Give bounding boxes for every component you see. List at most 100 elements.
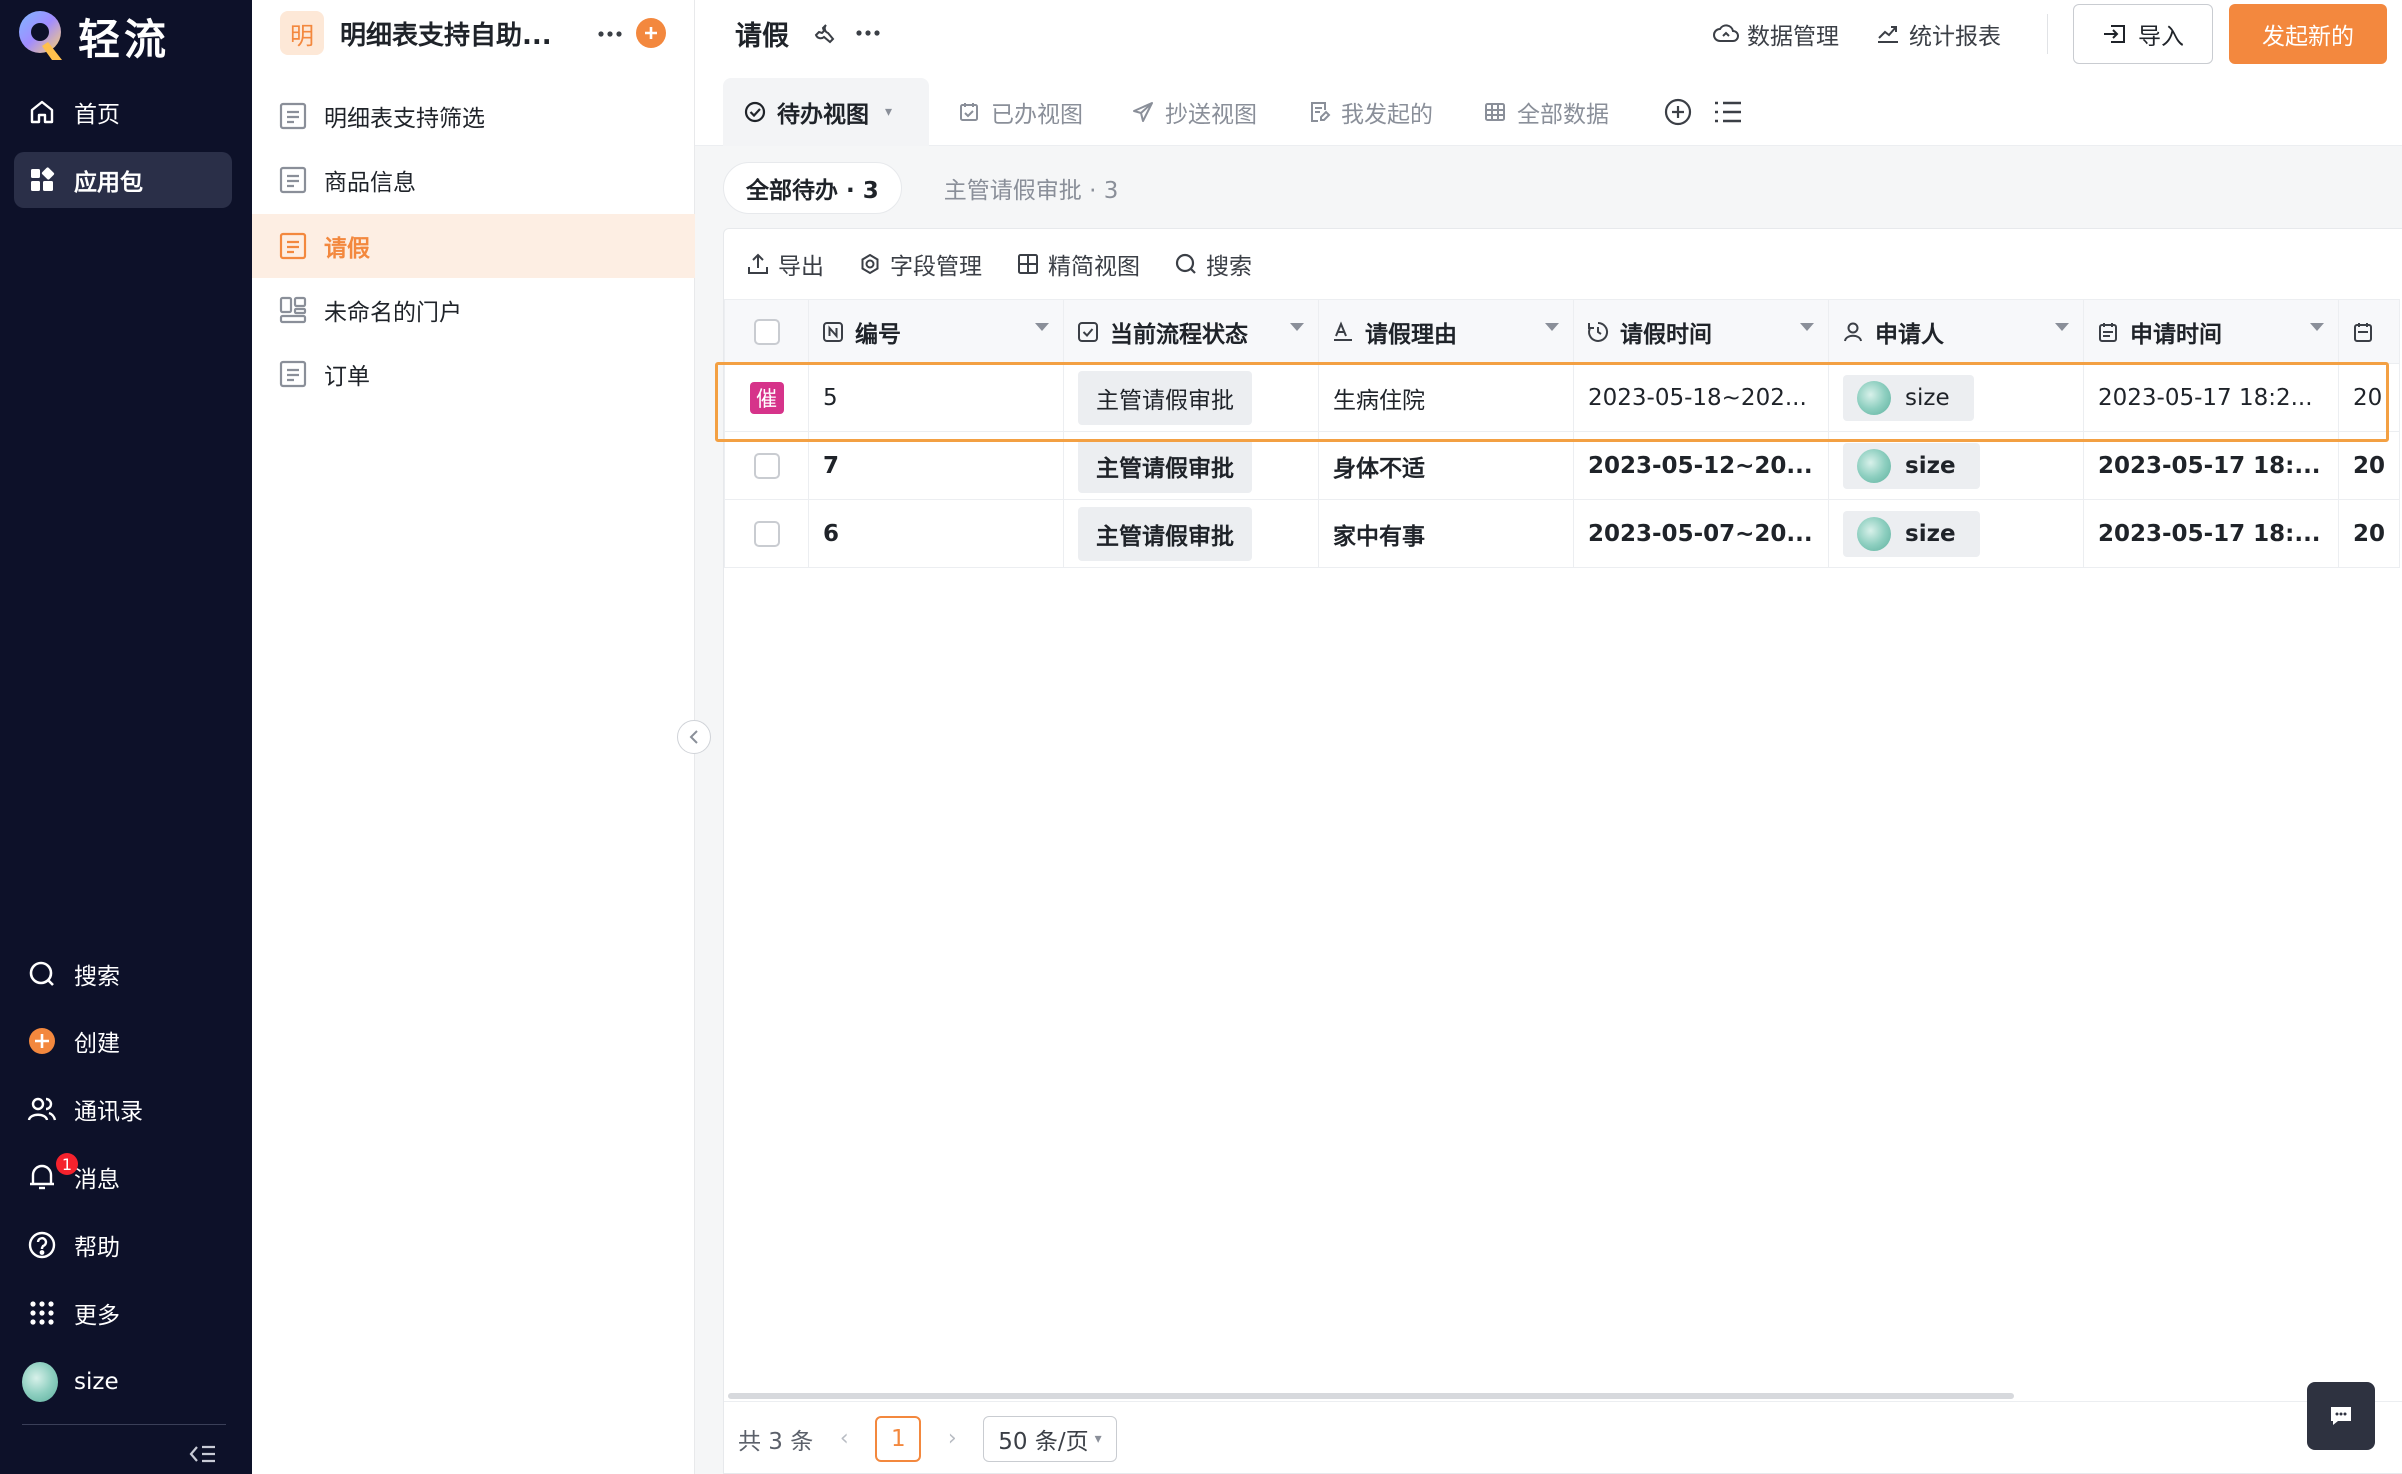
package-item[interactable]: 明细表支持筛选 bbox=[252, 84, 695, 148]
package-title[interactable]: 明细表支持自助... bbox=[340, 15, 600, 52]
tab-label: 抄送视图 bbox=[1165, 102, 1257, 128]
column-header[interactable]: 编号 bbox=[808, 299, 1064, 364]
tab-mine[interactable]: 我发起的 bbox=[1287, 78, 1453, 146]
page-number-button[interactable]: 1 bbox=[875, 1415, 922, 1462]
cell-apply-time[interactable]: 2023-05-17 18:... bbox=[2083, 431, 2339, 500]
cell-id[interactable]: 6 bbox=[808, 499, 1064, 568]
rail-item-create[interactable]: 创建 bbox=[14, 1013, 232, 1069]
column-header[interactable] bbox=[2337, 299, 2401, 364]
row-checkbox[interactable] bbox=[753, 520, 780, 547]
add-icon[interactable] bbox=[636, 18, 666, 48]
column-label: 编号 bbox=[855, 321, 901, 348]
package-item[interactable]: 订单 bbox=[252, 342, 695, 406]
table-row[interactable]: 7 主管请假审批 身体不适 2023-05-12~20... size 2023… bbox=[724, 431, 2401, 500]
column-header[interactable]: 请假时间 bbox=[1573, 299, 1829, 364]
filter-manager-approval[interactable]: 主管请假审批 · 3 bbox=[922, 162, 1141, 214]
rail-item-contacts[interactable]: 通讯录 bbox=[14, 1081, 232, 1137]
rail-item-apps[interactable]: 应用包 bbox=[14, 152, 232, 208]
chevron-down-icon[interactable] bbox=[1545, 322, 1559, 331]
package-item-label: 商品信息 bbox=[324, 170, 416, 196]
cell-reason[interactable]: 生病住院 bbox=[1318, 363, 1574, 432]
rail-item-profile[interactable]: size bbox=[14, 1354, 232, 1410]
search-button[interactable]: 搜索 bbox=[1174, 247, 1252, 281]
cell-leave-time[interactable]: 2023-05-12~20... bbox=[1573, 431, 1829, 500]
tab-done[interactable]: 已办视图 bbox=[937, 78, 1103, 146]
cell-id[interactable]: 5 bbox=[808, 363, 1064, 432]
cell-extra[interactable]: 20 bbox=[2337, 431, 2401, 500]
cell-status[interactable]: 主管请假审批 bbox=[1063, 431, 1319, 500]
chevron-down-icon[interactable]: ▾ bbox=[885, 104, 892, 120]
chevron-right-icon[interactable]: › bbox=[937, 1424, 967, 1454]
chevron-down-icon[interactable] bbox=[1035, 322, 1049, 331]
chevron-down-icon[interactable] bbox=[2055, 322, 2069, 331]
global-nav-rail: 轻流 首页 应用包 搜索 创建 通讯录 1 消息 帮助 更多 size bbox=[0, 0, 252, 1474]
grid-dots-icon bbox=[26, 1297, 58, 1329]
rail-item-messages[interactable]: 1 消息 bbox=[14, 1149, 232, 1205]
chevron-left-icon[interactable]: ‹ bbox=[829, 1424, 859, 1454]
cell-status[interactable]: 主管请假审批 bbox=[1063, 363, 1319, 432]
horizontal-scrollbar[interactable] bbox=[728, 1393, 2014, 1399]
package-item[interactable]: 商品信息 bbox=[252, 148, 695, 212]
tab-todo[interactable]: 待办视图 ▾ bbox=[723, 78, 929, 146]
cell-status[interactable]: 主管请假审批 bbox=[1063, 499, 1319, 568]
cell-extra[interactable]: 20 bbox=[2337, 499, 2401, 568]
collapse-rail-icon[interactable] bbox=[188, 1440, 218, 1468]
stats-report-link[interactable]: 统计报表 bbox=[1875, 16, 2001, 52]
urge-badge[interactable]: 催 bbox=[749, 381, 784, 414]
cell-applicant[interactable]: size bbox=[1828, 431, 2084, 500]
rail-item-search[interactable]: 搜索 bbox=[14, 946, 232, 1002]
grid-toolbar: 导出 字段管理 精简视图 搜索 bbox=[724, 229, 2402, 299]
cell-leave-time[interactable]: 2023-05-18~202... bbox=[1573, 363, 1829, 432]
cell-applicant[interactable]: size bbox=[1828, 499, 2084, 568]
cell-apply-time[interactable]: 2023-05-17 18:... bbox=[2083, 499, 2339, 568]
view-list-icon[interactable] bbox=[1705, 78, 1751, 146]
rail-item-help[interactable]: 帮助 bbox=[14, 1217, 232, 1273]
table-row[interactable]: 催 5 主管请假审批 生病住院 2023-05-18~202... size 2… bbox=[724, 363, 2401, 432]
column-label: 请假时间 bbox=[1620, 321, 1712, 348]
tab-all-data[interactable]: 全部数据 bbox=[1463, 78, 1629, 146]
cell-leave-time[interactable]: 2023-05-07~20... bbox=[1573, 499, 1829, 568]
chevron-down-icon[interactable] bbox=[2310, 322, 2324, 331]
chevron-left-icon[interactable] bbox=[677, 720, 711, 754]
form-icon bbox=[279, 232, 307, 260]
rail-item-more[interactable]: 更多 bbox=[14, 1285, 232, 1341]
column-header[interactable]: 当前流程状态 bbox=[1063, 299, 1319, 364]
total-count: 共 3 条 bbox=[738, 1428, 814, 1455]
column-header[interactable]: 申请时间 bbox=[2083, 299, 2339, 364]
add-view-icon[interactable] bbox=[1655, 78, 1701, 146]
cell-reason[interactable]: 家中有事 bbox=[1318, 499, 1574, 568]
wrench-icon[interactable] bbox=[809, 18, 839, 48]
field-manage-button[interactable]: 字段管理 bbox=[858, 247, 982, 281]
table-row[interactable]: 6 主管请假审批 家中有事 2023-05-07~20... size 2023… bbox=[724, 499, 2401, 568]
calendar-check-icon bbox=[960, 103, 978, 121]
column-header[interactable]: 申请人 bbox=[1828, 299, 2084, 364]
cell-reason[interactable]: 身体不适 bbox=[1318, 431, 1574, 500]
logo[interactable]: 轻流 bbox=[16, 6, 170, 66]
chat-icon[interactable] bbox=[2307, 1382, 2375, 1450]
chevron-down-icon[interactable] bbox=[1290, 322, 1304, 331]
gear-icon bbox=[861, 253, 879, 275]
cell-extra[interactable]: 20 bbox=[2337, 363, 2401, 432]
row-checkbox[interactable] bbox=[753, 452, 780, 479]
more-icon[interactable] bbox=[853, 18, 883, 48]
column-header[interactable]: 请假理由 bbox=[1318, 299, 1574, 364]
tab-cc[interactable]: 抄送视图 bbox=[1111, 78, 1277, 146]
package-item-active[interactable]: 请假 bbox=[252, 214, 695, 278]
import-label: 导入 bbox=[2138, 24, 2184, 50]
cell-id[interactable]: 7 bbox=[808, 431, 1064, 500]
page-size-select[interactable]: 50 条/页 ▾ bbox=[983, 1415, 1117, 1462]
more-icon[interactable] bbox=[594, 18, 626, 50]
package-item[interactable]: 未命名的门户 bbox=[252, 278, 695, 342]
data-manage-link[interactable]: 数据管理 bbox=[1713, 16, 1839, 52]
cell-applicant[interactable]: size bbox=[1828, 363, 2084, 432]
import-button[interactable]: 导入 bbox=[2073, 4, 2213, 64]
export-button[interactable]: 导出 bbox=[746, 247, 824, 281]
filter-all-todo[interactable]: 全部待办 · 3 bbox=[723, 162, 902, 214]
select-all-checkbox[interactable] bbox=[753, 318, 780, 345]
cell-apply-time[interactable]: 2023-05-17 18:2... bbox=[2083, 363, 2339, 432]
rail-item-home[interactable]: 首页 bbox=[14, 84, 232, 140]
new-record-button[interactable]: 发起新的 bbox=[2229, 4, 2387, 64]
rail-item-label: 搜索 bbox=[74, 964, 120, 990]
compact-view-button[interactable]: 精简视图 bbox=[1016, 247, 1140, 281]
chevron-down-icon[interactable] bbox=[1800, 322, 1814, 331]
